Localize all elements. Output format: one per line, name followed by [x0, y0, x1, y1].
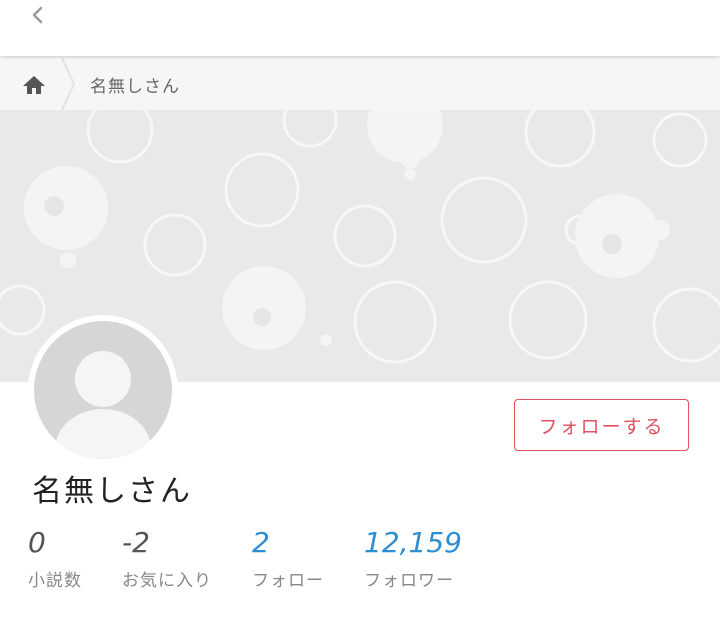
- breadcrumb-current: 名無しさん: [90, 77, 180, 97]
- home-icon[interactable]: [20, 72, 48, 98]
- top-bar: [0, 0, 720, 56]
- profile-name: 名無しさん: [32, 474, 192, 509]
- stat-following-label: フォロー: [252, 571, 324, 591]
- stat-followers[interactable]: 12,159 フォロワー: [364, 525, 462, 591]
- stat-following-value[interactable]: 2: [252, 525, 324, 561]
- user-silhouette-icon: [55, 351, 151, 459]
- stat-followers-value[interactable]: 12,159: [364, 525, 462, 561]
- follow-button[interactable]: フォローする: [514, 399, 689, 451]
- stat-followers-label: フォロワー: [364, 571, 454, 591]
- stat-novels: 0 小説数: [28, 525, 82, 591]
- default-user-avatar: [34, 321, 172, 459]
- stat-following[interactable]: 2 フォロー: [252, 525, 324, 591]
- stat-favorites-label: お気に入り: [122, 571, 212, 591]
- breadcrumb: 名無しさん: [0, 58, 720, 111]
- stat-favorites: -2 お気に入り: [122, 525, 212, 591]
- chevron-left-icon[interactable]: [26, 2, 50, 28]
- stat-novels-value: 0: [28, 526, 46, 559]
- avatar: [28, 315, 178, 465]
- stat-novels-label: 小説数: [28, 571, 82, 591]
- stat-favorites-value: -2: [122, 526, 150, 559]
- breadcrumb-separator: [61, 58, 76, 110]
